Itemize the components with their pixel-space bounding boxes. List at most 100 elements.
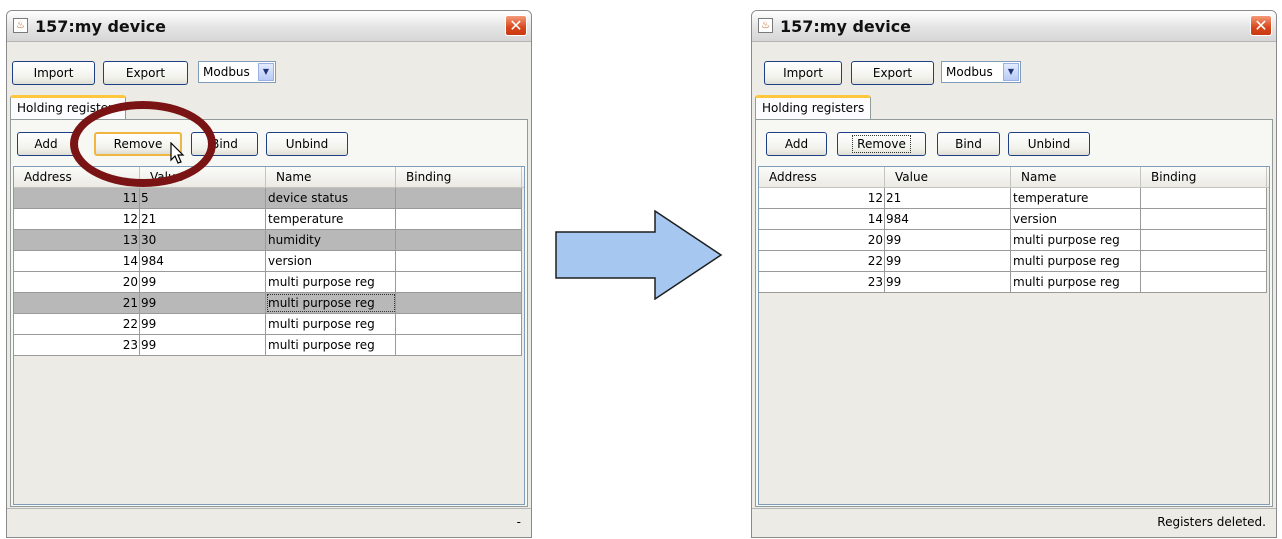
registers-panel: Add Remove Bind Unbind Address Value Nam… bbox=[10, 119, 528, 507]
export-button[interactable]: Export bbox=[103, 61, 188, 85]
window-title: 157:my device bbox=[780, 17, 912, 36]
name-cell[interactable]: multi purpose reg bbox=[266, 335, 396, 355]
table-header: Address Value Name Binding bbox=[759, 167, 1269, 188]
binding-cell[interactable] bbox=[1141, 188, 1267, 208]
value-cell[interactable]: 99 bbox=[885, 230, 1011, 250]
address-cell[interactable]: 20 bbox=[759, 230, 885, 250]
name-cell[interactable]: version bbox=[266, 251, 396, 271]
protocol-select[interactable]: Modbus ▼ bbox=[941, 61, 1021, 83]
table-row[interactable]: 12 21 temperature bbox=[14, 209, 522, 230]
value-cell[interactable]: 30 bbox=[140, 230, 266, 250]
value-cell[interactable]: 984 bbox=[885, 209, 1011, 229]
name-cell[interactable]: multi purpose reg bbox=[266, 293, 396, 313]
address-cell[interactable]: 23 bbox=[14, 335, 140, 355]
column-header-name[interactable]: Name bbox=[266, 167, 396, 187]
table-row[interactable]: 22 99 multi purpose reg bbox=[759, 251, 1267, 272]
table-row[interactable]: 21 99 multi purpose reg bbox=[14, 293, 522, 314]
name-cell[interactable]: temperature bbox=[1011, 188, 1141, 208]
registers-table[interactable]: Address Value Name Binding 12 21 temperatu… bbox=[758, 166, 1270, 505]
address-cell[interactable]: 11 bbox=[14, 188, 140, 208]
table-row[interactable]: 20 99 multi purpose reg bbox=[14, 272, 522, 293]
binding-cell[interactable] bbox=[396, 188, 522, 208]
value-cell[interactable]: 99 bbox=[140, 272, 266, 292]
binding-cell[interactable] bbox=[396, 209, 522, 229]
title-bar[interactable]: ♨ 157:my device ✕ bbox=[752, 11, 1276, 42]
binding-cell[interactable] bbox=[1141, 209, 1267, 229]
import-button[interactable]: Import bbox=[764, 61, 842, 85]
value-cell[interactable]: 99 bbox=[140, 293, 266, 313]
name-cell[interactable]: multi purpose reg bbox=[266, 272, 396, 292]
value-cell[interactable]: 99 bbox=[140, 335, 266, 355]
table-row[interactable]: 13 30 humidity bbox=[14, 230, 522, 251]
address-cell[interactable]: 23 bbox=[759, 272, 885, 292]
name-cell[interactable]: temperature bbox=[266, 209, 396, 229]
registers-table[interactable]: Address Value Name Binding 11 5 device sta… bbox=[13, 166, 525, 505]
binding-cell[interactable] bbox=[396, 293, 522, 313]
address-cell[interactable]: 22 bbox=[759, 251, 885, 271]
address-cell[interactable]: 21 bbox=[14, 293, 140, 313]
address-cell[interactable]: 22 bbox=[14, 314, 140, 334]
import-button[interactable]: Import bbox=[12, 61, 95, 85]
binding-cell[interactable] bbox=[396, 272, 522, 292]
close-button[interactable]: ✕ bbox=[505, 15, 527, 36]
close-button[interactable]: ✕ bbox=[1250, 15, 1272, 36]
column-header-binding[interactable]: Binding bbox=[1141, 167, 1267, 187]
binding-cell[interactable] bbox=[1141, 251, 1267, 271]
name-cell[interactable]: multi purpose reg bbox=[266, 314, 396, 334]
unbind-button[interactable]: Unbind bbox=[1008, 132, 1090, 156]
table-row[interactable]: 14 984 version bbox=[14, 251, 522, 272]
column-header-value[interactable]: Value bbox=[885, 167, 1011, 187]
unbind-button[interactable]: Unbind bbox=[266, 132, 348, 156]
chevron-down-icon[interactable]: ▼ bbox=[258, 63, 274, 81]
table-row[interactable]: 22 99 multi purpose reg bbox=[14, 314, 522, 335]
highlight-ring bbox=[70, 101, 216, 187]
name-cell[interactable]: version bbox=[1011, 209, 1141, 229]
remove-button[interactable]: Remove bbox=[837, 132, 926, 156]
registers-panel: Add Remove Bind Unbind Address Value Nam… bbox=[755, 119, 1273, 507]
table-row[interactable]: 23 99 multi purpose reg bbox=[759, 272, 1267, 293]
table-row[interactable]: 12 21 temperature bbox=[759, 188, 1267, 209]
value-cell[interactable]: 984 bbox=[140, 251, 266, 271]
bind-button[interactable]: Bind bbox=[937, 132, 1000, 156]
address-cell[interactable]: 14 bbox=[759, 209, 885, 229]
value-cell[interactable]: 99 bbox=[885, 272, 1011, 292]
title-bar[interactable]: ♨ 157:my device ✕ bbox=[7, 11, 531, 42]
name-cell[interactable]: multi purpose reg bbox=[1011, 272, 1141, 292]
name-cell[interactable]: multi purpose reg bbox=[1011, 230, 1141, 250]
chevron-down-icon[interactable]: ▼ bbox=[1003, 63, 1019, 81]
export-button[interactable]: Export bbox=[851, 61, 934, 85]
table-row[interactable]: 20 99 multi purpose reg bbox=[759, 230, 1267, 251]
value-cell[interactable]: 99 bbox=[140, 314, 266, 334]
protocol-select[interactable]: Modbus ▼ bbox=[198, 61, 276, 83]
device-window-after: ♨ 157:my device ✕ Import Export Modbus ▼… bbox=[751, 10, 1277, 538]
tab-holding-registers[interactable]: Holding registers bbox=[755, 95, 872, 120]
address-cell[interactable]: 20 bbox=[14, 272, 140, 292]
table-row[interactable]: 14 984 version bbox=[759, 209, 1267, 230]
value-cell[interactable]: 5 bbox=[140, 188, 266, 208]
binding-cell[interactable] bbox=[396, 335, 522, 355]
value-cell[interactable]: 99 bbox=[885, 251, 1011, 271]
address-cell[interactable]: 12 bbox=[759, 188, 885, 208]
java-app-icon: ♨ bbox=[13, 18, 28, 33]
address-cell[interactable]: 12 bbox=[14, 209, 140, 229]
binding-cell[interactable] bbox=[1141, 230, 1267, 250]
binding-cell[interactable] bbox=[396, 230, 522, 250]
table-row[interactable]: 23 99 multi purpose reg bbox=[14, 335, 522, 356]
address-cell[interactable]: 13 bbox=[14, 230, 140, 250]
value-cell[interactable]: 21 bbox=[140, 209, 266, 229]
address-cell[interactable]: 14 bbox=[14, 251, 140, 271]
name-cell[interactable]: humidity bbox=[266, 230, 396, 250]
column-header-name[interactable]: Name bbox=[1011, 167, 1141, 187]
binding-cell[interactable] bbox=[396, 251, 522, 271]
add-button[interactable]: Add bbox=[17, 132, 75, 156]
binding-cell[interactable] bbox=[1141, 272, 1267, 292]
column-header-binding[interactable]: Binding bbox=[396, 167, 522, 187]
name-cell[interactable]: device status bbox=[266, 188, 396, 208]
status-bar: - bbox=[7, 508, 531, 537]
add-button[interactable]: Add bbox=[766, 132, 827, 156]
value-cell[interactable]: 21 bbox=[885, 188, 1011, 208]
binding-cell[interactable] bbox=[396, 314, 522, 334]
column-header-address[interactable]: Address bbox=[759, 167, 885, 187]
table-row[interactable]: 11 5 device status bbox=[14, 188, 522, 209]
name-cell[interactable]: multi purpose reg bbox=[1011, 251, 1141, 271]
